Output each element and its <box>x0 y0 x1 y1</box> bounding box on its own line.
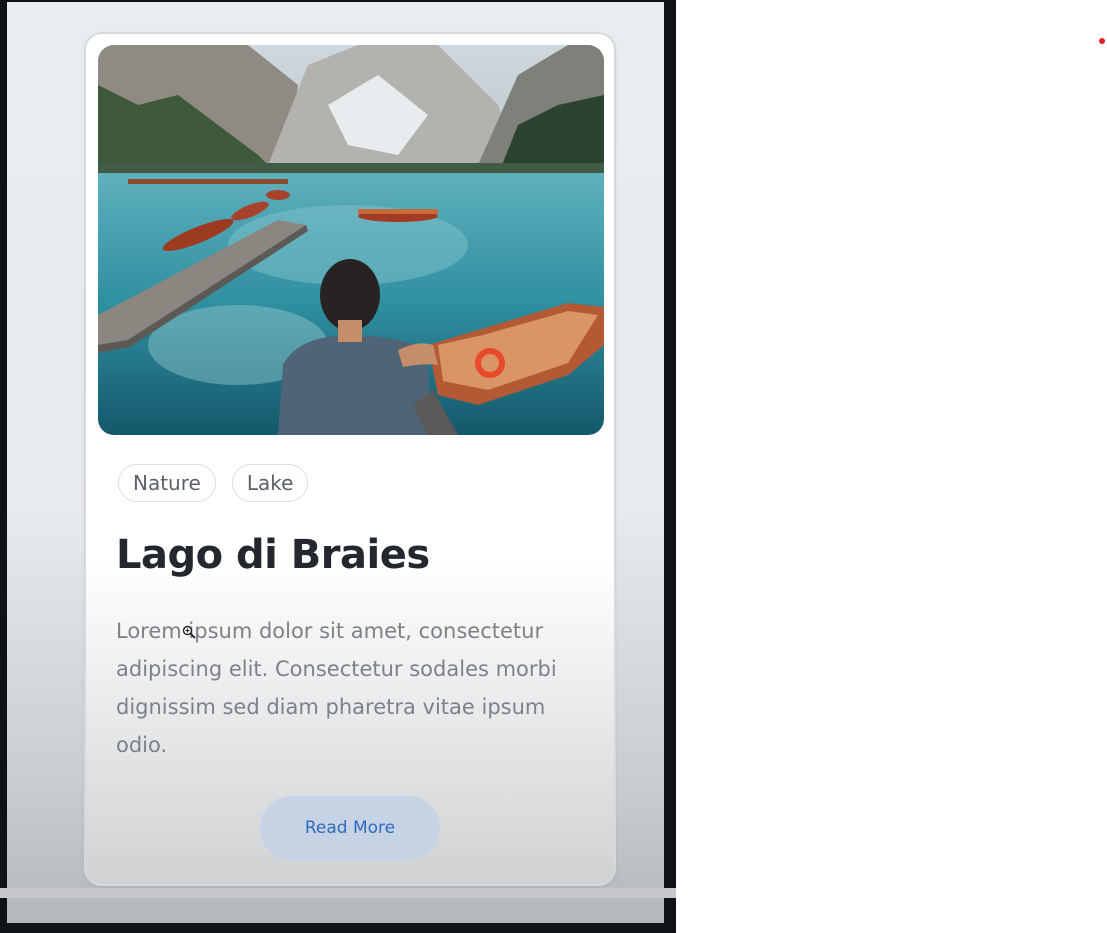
read-more-button[interactable]: Read More <box>260 796 440 860</box>
bottom-scroll-strip <box>0 888 676 898</box>
zoom-in-cursor-icon <box>182 625 196 639</box>
tag-lake[interactable]: Lake <box>231 464 309 502</box>
browser-frame: Nature Lake Lago di Braies Lorem ipsum d… <box>0 0 676 933</box>
page-viewport[interactable]: Nature Lake Lago di Braies Lorem ipsum d… <box>7 2 664 923</box>
red-dot-indicator <box>1099 38 1105 44</box>
tag-list: Nature Lake <box>118 464 309 502</box>
destination-card: Nature Lake Lago di Braies Lorem ipsum d… <box>84 32 616 886</box>
tag-nature[interactable]: Nature <box>118 464 216 502</box>
card-title: Lago di Braies <box>116 532 430 578</box>
card-image <box>98 45 604 435</box>
